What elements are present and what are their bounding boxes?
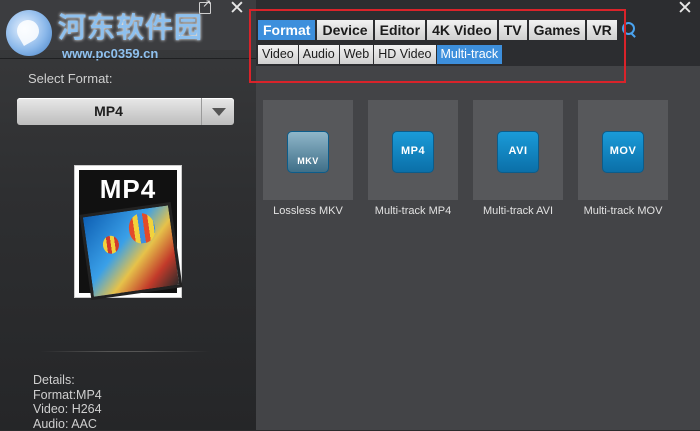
left-panel: 河东软件园 www.pc0359.cn ✕ Select Format: MP4… <box>0 0 256 430</box>
mkv-icon: MKV <box>287 131 329 173</box>
close-icon[interactable]: ✕ <box>228 0 246 18</box>
tab-vr[interactable]: VR <box>587 20 616 40</box>
watermark-title: 河东软件园 <box>58 6 203 46</box>
right-panel: ✕ MKV Lossless MKV MP4 Multi-track MP4 A… <box>256 0 700 430</box>
format-thumbnail: MP4 <box>74 165 182 298</box>
format-item-mkv[interactable]: MKV <box>263 100 353 200</box>
tab-device[interactable]: Device <box>317 20 372 40</box>
chevron-down-icon[interactable] <box>201 98 234 125</box>
subtab-hd-video[interactable]: HD Video <box>374 45 435 64</box>
mov-icon-label: MOV <box>603 145 643 157</box>
popout-icon[interactable] <box>199 2 211 14</box>
mov-icon: MOV <box>602 131 644 173</box>
format-dropdown[interactable]: MP4 <box>17 98 234 125</box>
tab-tv[interactable]: TV <box>499 20 527 40</box>
avi-icon-label: AVI <box>498 145 538 157</box>
mp4-icon-label: MP4 <box>393 145 433 157</box>
format-thumbnail-title: MP4 <box>79 174 177 205</box>
watermark: 河东软件园 www.pc0359.cn <box>6 6 216 58</box>
watermark-logo-icon <box>6 10 52 56</box>
format-item-label: Multi-track MP4 <box>358 205 468 217</box>
avi-icon: AVI <box>497 131 539 173</box>
format-dropdown-value: MP4 <box>17 98 200 125</box>
format-item-mov[interactable]: MOV <box>578 100 668 200</box>
close-icon[interactable]: ✕ <box>676 0 694 18</box>
tab-editor[interactable]: Editor <box>375 20 425 40</box>
select-format-label: Select Format: <box>28 71 113 86</box>
search-icon[interactable] <box>619 20 639 40</box>
mkv-icon-label: MKV <box>288 156 328 166</box>
divider <box>0 58 256 59</box>
details-format: Format:MP4 <box>33 388 102 403</box>
details-video: Video: H264 <box>33 402 102 417</box>
format-item-label: Multi-track AVI <box>463 205 573 217</box>
format-item-label: Lossless MKV <box>253 205 363 217</box>
details-heading: Details: <box>33 373 102 388</box>
subtab-web[interactable]: Web <box>340 45 373 64</box>
subtab-audio[interactable]: Audio <box>299 45 339 64</box>
film-strip-image <box>79 202 182 300</box>
format-item-mp4[interactable]: MP4 <box>368 100 458 200</box>
format-details: Details: Format:MP4 Video: H264 Audio: A… <box>33 373 102 431</box>
subtab-video[interactable]: Video <box>258 45 298 64</box>
format-item-avi[interactable]: AVI <box>473 100 563 200</box>
tab-4k-video[interactable]: 4K Video <box>427 20 497 40</box>
tab-format[interactable]: Format <box>258 20 315 40</box>
tab-games[interactable]: Games <box>529 20 586 40</box>
details-audio: Audio: AAC <box>33 417 102 431</box>
format-thumbnail-image: MP4 <box>79 170 177 293</box>
format-item-label: Multi-track MOV <box>568 205 678 217</box>
mp4-icon: MP4 <box>392 131 434 173</box>
main-tabs: Format Device Editor 4K Video TV Games V… <box>258 20 639 40</box>
subtab-multi-track[interactable]: Multi-track <box>437 45 503 64</box>
sub-tabs: Video Audio Web HD Video Multi-track <box>258 45 502 64</box>
separator <box>40 351 210 352</box>
